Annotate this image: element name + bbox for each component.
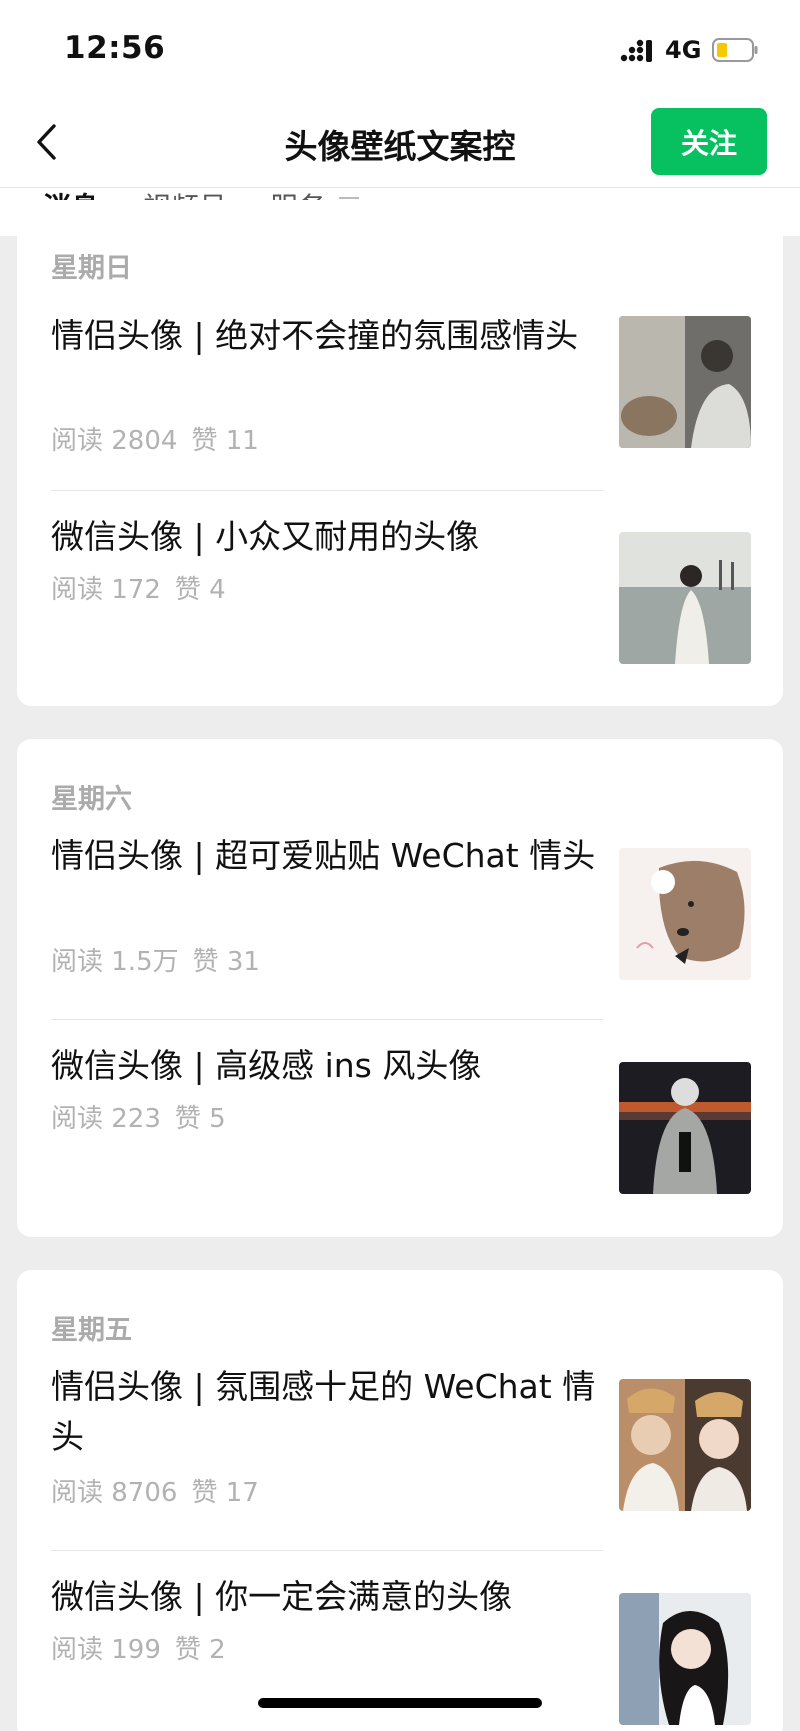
article-title: 情侣头像 | 绝对不会撞的氛围感情头	[51, 316, 579, 355]
photo-thumbnail	[619, 848, 751, 980]
read-count: 阅读 223	[51, 1104, 161, 1134]
signal-icon	[620, 39, 652, 62]
account-title: 头像壁纸文案控	[284, 127, 516, 166]
day-group-card: 星期五 情侣头像 | 氛围感十足的 WeChat 情头 阅读 8706 赞 17 …	[17, 1270, 783, 1731]
day-label: 星期日	[51, 253, 132, 284]
like-count: 赞 31	[192, 947, 260, 977]
article-meta: 阅读 223 赞 5	[51, 1098, 240, 1135]
article-thumbnail-couple-car	[619, 316, 751, 448]
day-group-card: 星期日 情侣头像 | 绝对不会撞的氛围感情头 阅读 2804 赞 11 微信头像 …	[17, 200, 783, 706]
article-title: 微信头像 | 高级感 ins 风头像	[51, 1046, 482, 1085]
like-count: 赞 5	[174, 1104, 226, 1134]
article-title: 情侣头像 | 氛围感十足的 WeChat 情头	[51, 1367, 596, 1456]
network-type: 4G	[665, 36, 702, 64]
photo-thumbnail	[619, 316, 751, 448]
article-item[interactable]: 微信头像 | 小众又耐用的头像 阅读 172 赞 4	[17, 515, 783, 665]
status-bar: 12:56 4G	[0, 0, 800, 100]
article-meta: 阅读 199 赞 2	[51, 1629, 240, 1666]
read-count: 阅读 1.5万	[51, 947, 179, 977]
photo-thumbnail	[619, 1593, 751, 1725]
home-indicator	[258, 1698, 542, 1708]
article-title: 微信头像 | 小众又耐用的头像	[51, 517, 480, 556]
status-time: 12:56	[64, 30, 166, 66]
photo-thumbnail	[619, 532, 751, 664]
read-count: 阅读 172	[51, 575, 161, 605]
read-count: 阅读 199	[51, 1635, 161, 1665]
article-thumbnail-girl-beach	[619, 532, 751, 664]
follow-button[interactable]: 关注	[651, 108, 767, 175]
article-meta: 阅读 8706 赞 17	[51, 1472, 273, 1509]
article-item[interactable]: 情侣头像 | 绝对不会撞的氛围感情头 阅读 2804 赞 11	[17, 300, 783, 475]
like-count: 赞 11	[191, 426, 259, 456]
like-count: 赞 17	[191, 1478, 259, 1508]
photo-thumbnail	[619, 1062, 751, 1194]
article-thumbnail-couple-hats	[619, 1379, 751, 1511]
article-thumbnail-sunset-hoodie	[619, 1062, 751, 1194]
like-count: 赞 2	[174, 1635, 226, 1665]
article-item[interactable]: 情侣头像 | 氛围感十足的 WeChat 情头 阅读 8706 赞 17	[17, 1362, 783, 1537]
article-title: 微信头像 | 你一定会满意的头像	[51, 1577, 513, 1616]
divider	[51, 1550, 603, 1551]
article-meta: 阅读 2804 赞 11	[51, 420, 273, 457]
article-title: 情侣头像 | 超可爱贴贴 WeChat 情头	[51, 836, 596, 875]
battery-icon	[712, 38, 758, 62]
article-item[interactable]: 情侣头像 | 超可爱贴贴 WeChat 情头 阅读 1.5万赞 31	[17, 831, 783, 1006]
photo-thumbnail	[619, 1379, 751, 1511]
article-thumbnail-cartoon-dog	[619, 848, 751, 980]
like-count: 赞 4	[174, 575, 226, 605]
article-meta: 阅读 1.5万赞 31	[51, 941, 274, 978]
day-label: 星期六	[51, 784, 132, 815]
read-count: 阅读 8706	[51, 1478, 178, 1508]
navigation-bar: 头像壁纸文案控 关注	[0, 100, 800, 188]
divider	[51, 490, 603, 491]
read-count: 阅读 2804	[51, 426, 178, 456]
back-button[interactable]	[28, 116, 64, 168]
chevron-left-icon	[37, 124, 56, 160]
divider	[51, 1019, 603, 1020]
day-group-card: 星期六 情侣头像 | 超可爱贴贴 WeChat 情头 阅读 1.5万赞 31 微…	[17, 739, 783, 1237]
day-label: 星期五	[51, 1315, 132, 1346]
article-item[interactable]: 微信头像 | 高级感 ins 风头像 阅读 223 赞 5	[17, 1044, 783, 1194]
article-thumbnail-girl-selfie	[619, 1593, 751, 1725]
article-meta: 阅读 172 赞 4	[51, 569, 240, 606]
